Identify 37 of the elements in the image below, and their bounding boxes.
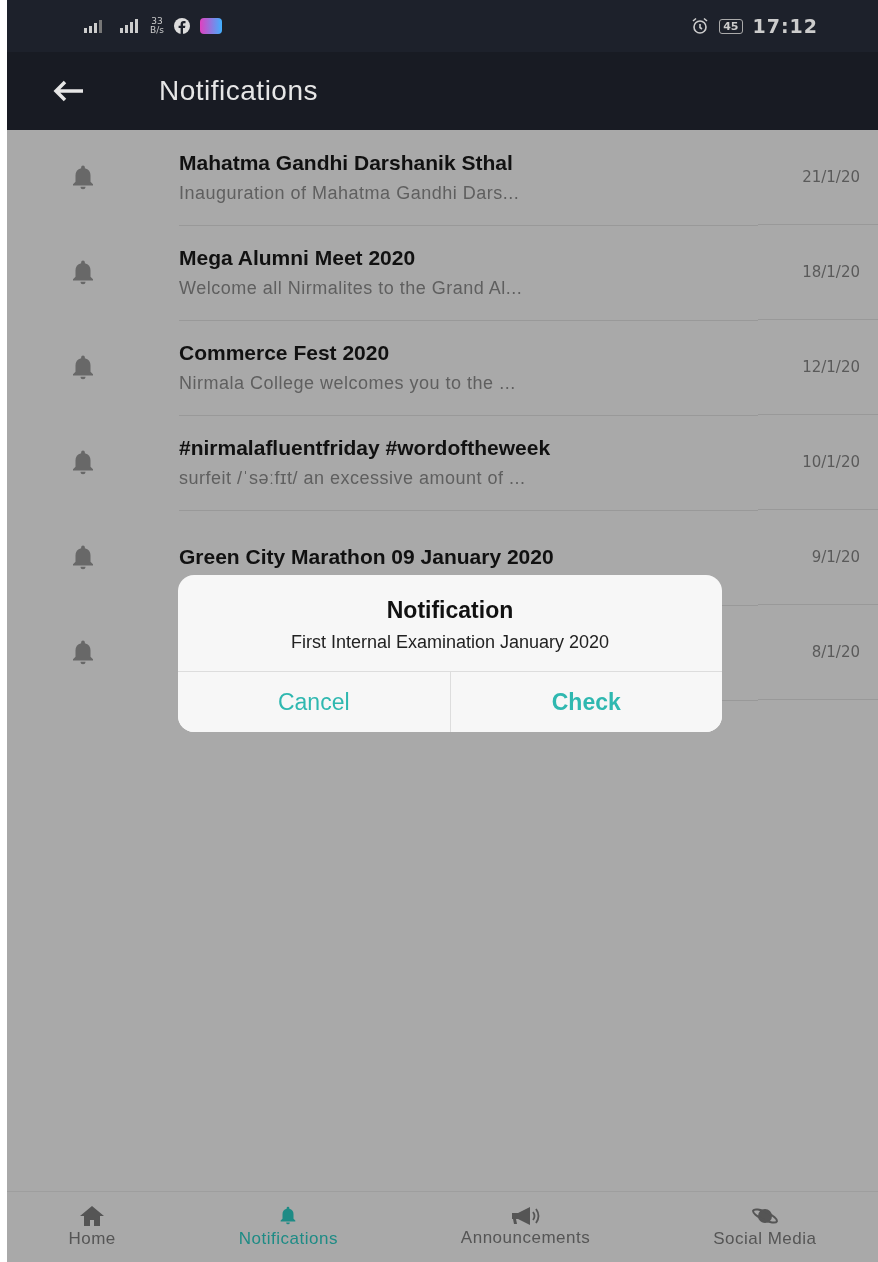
notification-item[interactable]: Commerce Fest 2020 Nirmala College welcomes you to the ... xyxy=(179,319,758,416)
house-icon xyxy=(79,1205,106,1227)
notification-item[interactable]: Mahatma Gandhi Darshanik Sthal Inauguration of Mahatma Gandhi Dars... xyxy=(179,129,758,226)
notification-preview: Welcome all Nirmalites to the Grand Al... xyxy=(179,277,524,299)
app-icon xyxy=(199,18,222,34)
notification-preview: Nirmala College welcomes you to the ... xyxy=(179,372,517,394)
notification-title: Mahatma Gandhi Darshanik Sthal xyxy=(179,150,514,175)
clock-time: 17:12 xyxy=(752,15,818,37)
alarm-icon xyxy=(691,17,710,35)
notification-item[interactable]: Mega Alumni Meet 2020 Welcome all Nirmalites to the Grand Al... xyxy=(179,224,758,321)
planet-icon xyxy=(750,1205,779,1227)
notification-title: Green City Marathon 09 January 2020 xyxy=(179,545,555,569)
notification-date: 8/1/20 xyxy=(758,605,878,700)
notification-date: 10/1/20 xyxy=(758,415,878,510)
notification-title: #nirmalafluentfriday #wordoftheweek xyxy=(179,435,552,460)
signal-icon xyxy=(118,18,140,34)
megaphone-icon xyxy=(509,1206,542,1226)
nav-tab[interactable]: Notifications xyxy=(238,1205,338,1249)
network-speed: 33 B/s xyxy=(150,17,164,35)
notification-date: 18/1/20 xyxy=(758,225,878,320)
dialog-message: First Internal Examination January 2020 xyxy=(290,632,610,653)
back-arrow-icon[interactable] xyxy=(51,79,85,103)
facebook-icon xyxy=(173,18,190,34)
screen-title: Notifications xyxy=(159,75,318,107)
notification-preview: surfeit /ˈsəːfɪt/ an excessive amount of ... xyxy=(179,467,527,489)
notification-date: 12/1/20 xyxy=(758,320,878,415)
nav-tab[interactable]: Announcements xyxy=(460,1206,591,1248)
notification-item[interactable]: #nirmalafluentfriday #wordoftheweek surfeit /ˈsəːfɪt/ an excessive amount of ... xyxy=(179,414,758,511)
check-button[interactable]: Check xyxy=(449,672,722,732)
battery-indicator: 45 xyxy=(719,18,743,34)
nav-tab[interactable]: Social Media xyxy=(713,1205,817,1249)
nav-tab[interactable]: Home xyxy=(68,1205,116,1249)
notification-date: 9/1/20 xyxy=(758,510,878,605)
notification-date: 21/1/20 xyxy=(758,130,878,225)
notification-preview: Inauguration of Mahatma Gandhi Dars... xyxy=(179,182,521,204)
notification-title: Commerce Fest 2020 xyxy=(179,340,391,365)
notification-title: Mega Alumni Meet 2020 xyxy=(179,245,417,270)
